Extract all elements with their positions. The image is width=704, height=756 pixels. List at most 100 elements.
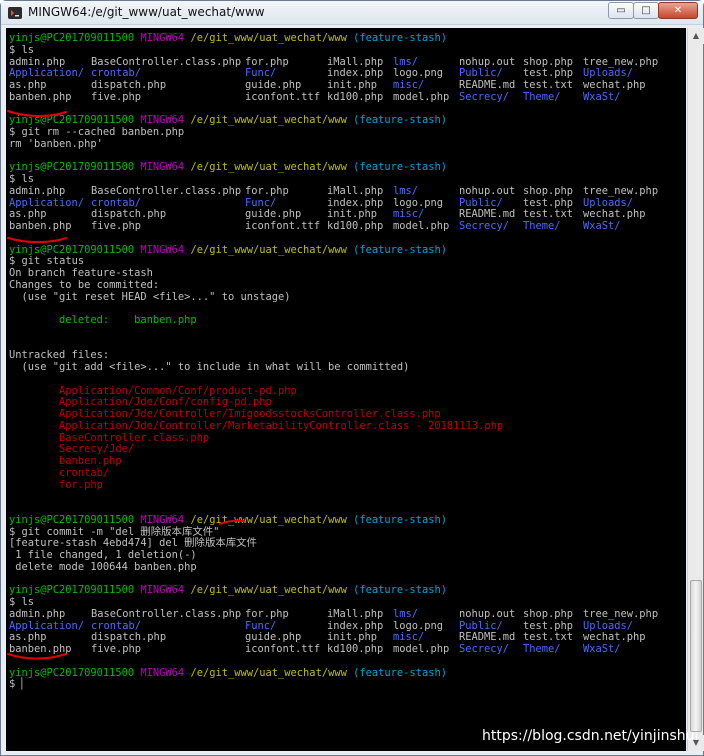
listing-entry: kd100.php [327,643,384,655]
prompt-path: /e/git_www/uat_wechat/www [190,161,347,174]
listing-entry: lms/ [393,184,419,197]
untracked-file-row: banben.php [9,455,681,468]
commit-output-line: [feature-stash 4ebd474] del 删除版本库文件 [9,537,257,550]
listing-entry: nohup.out [459,184,516,197]
listing-entry: model.php [393,220,450,232]
prompt-path: /e/git_www/uat_wechat/www [190,32,347,44]
dollar-sign: $ [9,525,16,538]
maximize-icon: □ [641,5,651,16]
dollar-sign: $ [9,678,16,691]
listing-entry: banben.php [9,220,72,232]
vertical-scrollbar[interactable]: ▲ ▼ [687,28,704,751]
listing-entry: BaseController.class.php [91,184,242,197]
listing-row: as.php dispatch.php guide.php init.php misc/… [9,79,681,92]
listing-entry: five.php [91,643,142,655]
command-line: $ git rm --cached banben.php [9,126,681,139]
prompt-branch: (feature-stash) [353,32,447,44]
listing-entry: five.php [91,220,142,232]
command-text: git status [21,255,85,268]
prompt-path: /e/git_www/uat_wechat/www [190,114,347,127]
listing-entry: admin.php [9,607,66,620]
listing-row: banben.php five.php iconfont.ttf kd100.php m… [9,643,681,656]
output-line: rm 'banben.php' [9,138,681,151]
listing-entry: kd100.php [327,220,384,232]
listing-entry: for.php [245,607,289,620]
minimize-button[interactable]: ▭ [608,2,634,19]
listing-entry: Secrecy/ [459,643,510,655]
listing-entry: iconfont.ttf [245,220,321,232]
prompt-user-host: yinjs@PC201709011500 [9,114,135,127]
commit-output-line: 1 file changed, 1 deletion(-) [9,549,197,561]
listing-entry: iconfont.ttf [245,90,321,103]
status-untracked-header: Untracked files: [9,349,110,362]
prompt-user-host: yinjs@PC201709011500 [9,513,135,526]
listing-entry: Theme/ [523,643,561,655]
status-deleted-line: deleted: banben.php [9,314,197,326]
listing-row: admin.php BaseController.class.php for.php… [9,184,681,198]
status-changes-header: Changes to be committed: [9,278,160,291]
untracked-file: Application/Jde/Controller/Imigoodsstock… [59,408,441,420]
untracked-file: for.php [59,478,103,491]
listing-entry: kd100.php [327,90,384,103]
listing-entry: shop.php [523,184,574,197]
listing-entry: tree_new.php [583,607,659,620]
listing-entry: guide.php [245,79,302,91]
listing-entry: tree_new.php [583,184,659,197]
prompt-shell: MINGW64 [140,161,185,174]
output-line: (use "git reset HEAD <file>..." to unsta… [9,291,681,304]
prompt-path: /e/git_www/uat_wechat/www [190,584,347,597]
listing-entry: WxaSt/ [583,643,621,655]
close-icon: ✕ [673,5,683,16]
prompt-user-host: yinjs@PC201709011500 [9,584,135,597]
listing-entry: README.md [459,79,516,91]
prompt-branch: (feature-stash) [353,114,447,127]
prompt-shell: MINGW64 [140,666,185,679]
prompt-user-host: yinjs@PC201709011500 [9,243,135,256]
listing-entry: model.php [393,90,450,103]
command-text: git rm --cached banben.php [21,126,185,138]
dollar-sign: $ [9,43,16,56]
listing-entry: for.php [245,184,289,197]
prompt-shell: MINGW64 [140,243,185,256]
listing-entry: shop.php [523,607,574,620]
listing-entry: lms/ [393,607,419,620]
output-line: (use "git add <file>..." to include in w… [9,361,681,374]
listing-entry: iMall.php [327,184,384,197]
prompt-branch: (feature-stash) [353,513,447,526]
prompt-branch: (feature-stash) [353,584,447,597]
listing-entry: misc/ [393,79,425,91]
listing-row: admin.php BaseController.class.php for.php… [9,607,681,621]
listing-entry: WxaSt/ [583,220,621,232]
command-text: ls [21,43,35,56]
command-text: git commit -m "del 删除版本库文件" [21,525,220,538]
prompt-user-host: yinjs@PC201709011500 [9,32,135,44]
prompt-path: /e/git_www/uat_wechat/www [190,243,347,256]
listing-entry: nohup.out [459,607,516,620]
output-line: delete mode 100644 banben.php [9,561,681,574]
title-bar[interactable]: MINGW64:/e/git_www/uat_wechat/www ▭ □ ✕ [1,1,703,25]
listing-entry: model.php [393,643,450,655]
listing-entry: Theme/ [523,90,561,103]
untracked-file: Application/Jde/Controller/Marketability… [59,419,504,432]
untracked-file: Application/Jde/Conf/config-pd.php [59,396,272,409]
text-cursor: ▏ [21,678,28,691]
listing-entry: as.php [9,79,47,91]
prompt-line: yinjs@PC201709011500 MINGW64 /e/git_www/… [9,243,681,257]
maximize-button[interactable]: □ [633,2,659,19]
listing-row: banben.php five.php iconfont.ttf kd100.php m… [9,90,681,104]
scrollbar-thumb[interactable] [690,580,702,732]
command-line: $ ls [9,43,681,57]
output-line: deleted: banben.php [9,314,681,327]
close-button[interactable]: ✕ [658,2,698,19]
scroll-up-arrow-icon[interactable]: ▲ [688,28,704,44]
prompt-shell: MINGW64 [140,114,185,127]
listing-entry: test.txt [523,79,574,91]
prompt-shell: MINGW64 [140,584,185,597]
command-line: $ ▏ [9,678,681,691]
status-branch: On branch feature-stash [9,267,153,279]
terminal-output[interactable]: yinjs@PC201709011500 MINGW64 /e/git_www/… [6,28,686,751]
window-title: MINGW64:/e/git_www/uat_wechat/www [28,5,265,19]
